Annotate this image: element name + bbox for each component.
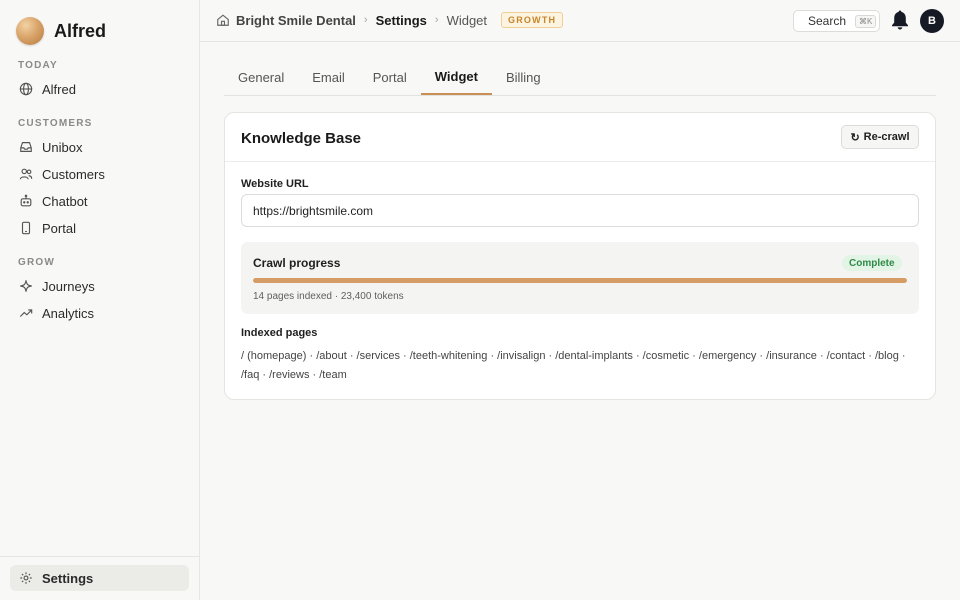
refresh-icon: ↻ <box>850 131 860 144</box>
card-title: Knowledge Base <box>241 130 362 147</box>
sidebar-item-label: Chatbot <box>42 193 88 209</box>
search-button[interactable]: Search ⌘K <box>793 10 880 32</box>
sidebar-item-label: Alfred <box>42 81 76 97</box>
sidebar: Alfred TODAY Alfred CUSTOMERS Unibox Cus… <box>0 0 200 600</box>
section-title-grow: GROW <box>18 257 56 268</box>
bell-icon[interactable] <box>890 9 910 31</box>
inbox-icon <box>18 139 34 155</box>
brand-name: Alfred <box>54 20 107 41</box>
section-title-today: TODAY <box>18 60 58 71</box>
breadcrumb-org[interactable]: Bright Smile Dental <box>236 13 356 28</box>
trend-icon <box>18 305 34 321</box>
breadcrumb-separator: › <box>363 14 368 26</box>
topbar: Bright Smile Dental › Settings › Widget … <box>200 0 960 42</box>
breadcrumb-current-page: Widget <box>446 12 488 28</box>
sidebar-item-label: Customers <box>42 166 105 182</box>
phone-icon <box>18 220 34 236</box>
plan-badge: GROWTH <box>501 12 564 28</box>
sparkle-icon <box>18 278 34 294</box>
sidebar-item-label: Unibox <box>42 139 83 155</box>
tab-email[interactable]: Email <box>298 60 359 95</box>
home-icon <box>216 13 230 27</box>
sidebar-item-label: Analytics <box>42 305 95 321</box>
brand[interactable]: Alfred <box>16 17 106 45</box>
sidebar-item-label: Portal <box>42 220 76 236</box>
sidebar-item-analytics[interactable]: Analytics <box>10 300 189 326</box>
sidebar-item-alfred[interactable]: Alfred <box>10 76 189 102</box>
sidebar-item-unibox[interactable]: Unibox <box>10 134 189 160</box>
website-url-input[interactable] <box>241 194 919 227</box>
tab-general[interactable]: General <box>224 60 298 95</box>
sidebar-item-settings[interactable]: Settings <box>10 565 189 591</box>
gear-icon <box>18 570 34 586</box>
sidebar-item-journeys[interactable]: Journeys <box>10 273 189 299</box>
search-shortcut: ⌘K <box>855 14 877 28</box>
breadcrumb: Bright Smile Dental › Settings › Widget … <box>216 12 564 28</box>
globe-icon <box>18 81 34 97</box>
card-header: Knowledge Base ↻ Re-crawl <box>225 113 935 162</box>
sidebar-item-chatbot[interactable]: Chatbot <box>10 188 189 214</box>
tab-widget[interactable]: Widget <box>420 60 492 95</box>
indexed-pages-title: Indexed pages <box>241 327 318 339</box>
breadcrumb-settings[interactable]: Settings <box>376 13 427 28</box>
users-icon <box>18 166 34 182</box>
crawl-progress-title: Crawl progress <box>253 256 341 270</box>
tab-portal[interactable]: Portal <box>359 60 421 95</box>
sidebar-item-label: Settings <box>42 570 94 586</box>
brand-logo <box>16 17 44 45</box>
indexed-pages-list: / (homepage) · /about · /services · /tee… <box>241 350 906 381</box>
website-url-label: Website URL <box>241 178 309 190</box>
knowledge-base-card: Knowledge Base ↻ Re-crawl Website URL Cr… <box>224 112 936 400</box>
settings-tabs: General Email Portal Widget Billing <box>224 60 936 96</box>
recrawl-label: Re-crawl <box>863 131 910 143</box>
crawl-progress-bar <box>253 278 907 283</box>
crawl-progress-meta: 14 pages indexed · 23,400 tokens <box>253 291 404 302</box>
section-title-customers: CUSTOMERS <box>18 118 93 129</box>
sidebar-item-customers[interactable]: Customers <box>10 161 189 187</box>
bot-icon <box>18 193 34 209</box>
crawl-progress-panel: Crawl progress Complete 14 pages indexed… <box>241 242 919 314</box>
sidebar-item-label: Journeys <box>42 278 95 294</box>
tab-billing[interactable]: Billing <box>492 60 555 95</box>
status-badge: Complete <box>842 255 902 271</box>
crawl-progress-fill <box>253 278 907 283</box>
sidebar-divider <box>0 556 199 557</box>
recrawl-button[interactable]: ↻ Re-crawl <box>841 125 919 149</box>
breadcrumb-separator: › <box>434 14 439 26</box>
avatar[interactable]: B <box>920 9 944 33</box>
search-label: Search <box>808 14 847 28</box>
sidebar-item-portal[interactable]: Portal <box>10 215 189 241</box>
